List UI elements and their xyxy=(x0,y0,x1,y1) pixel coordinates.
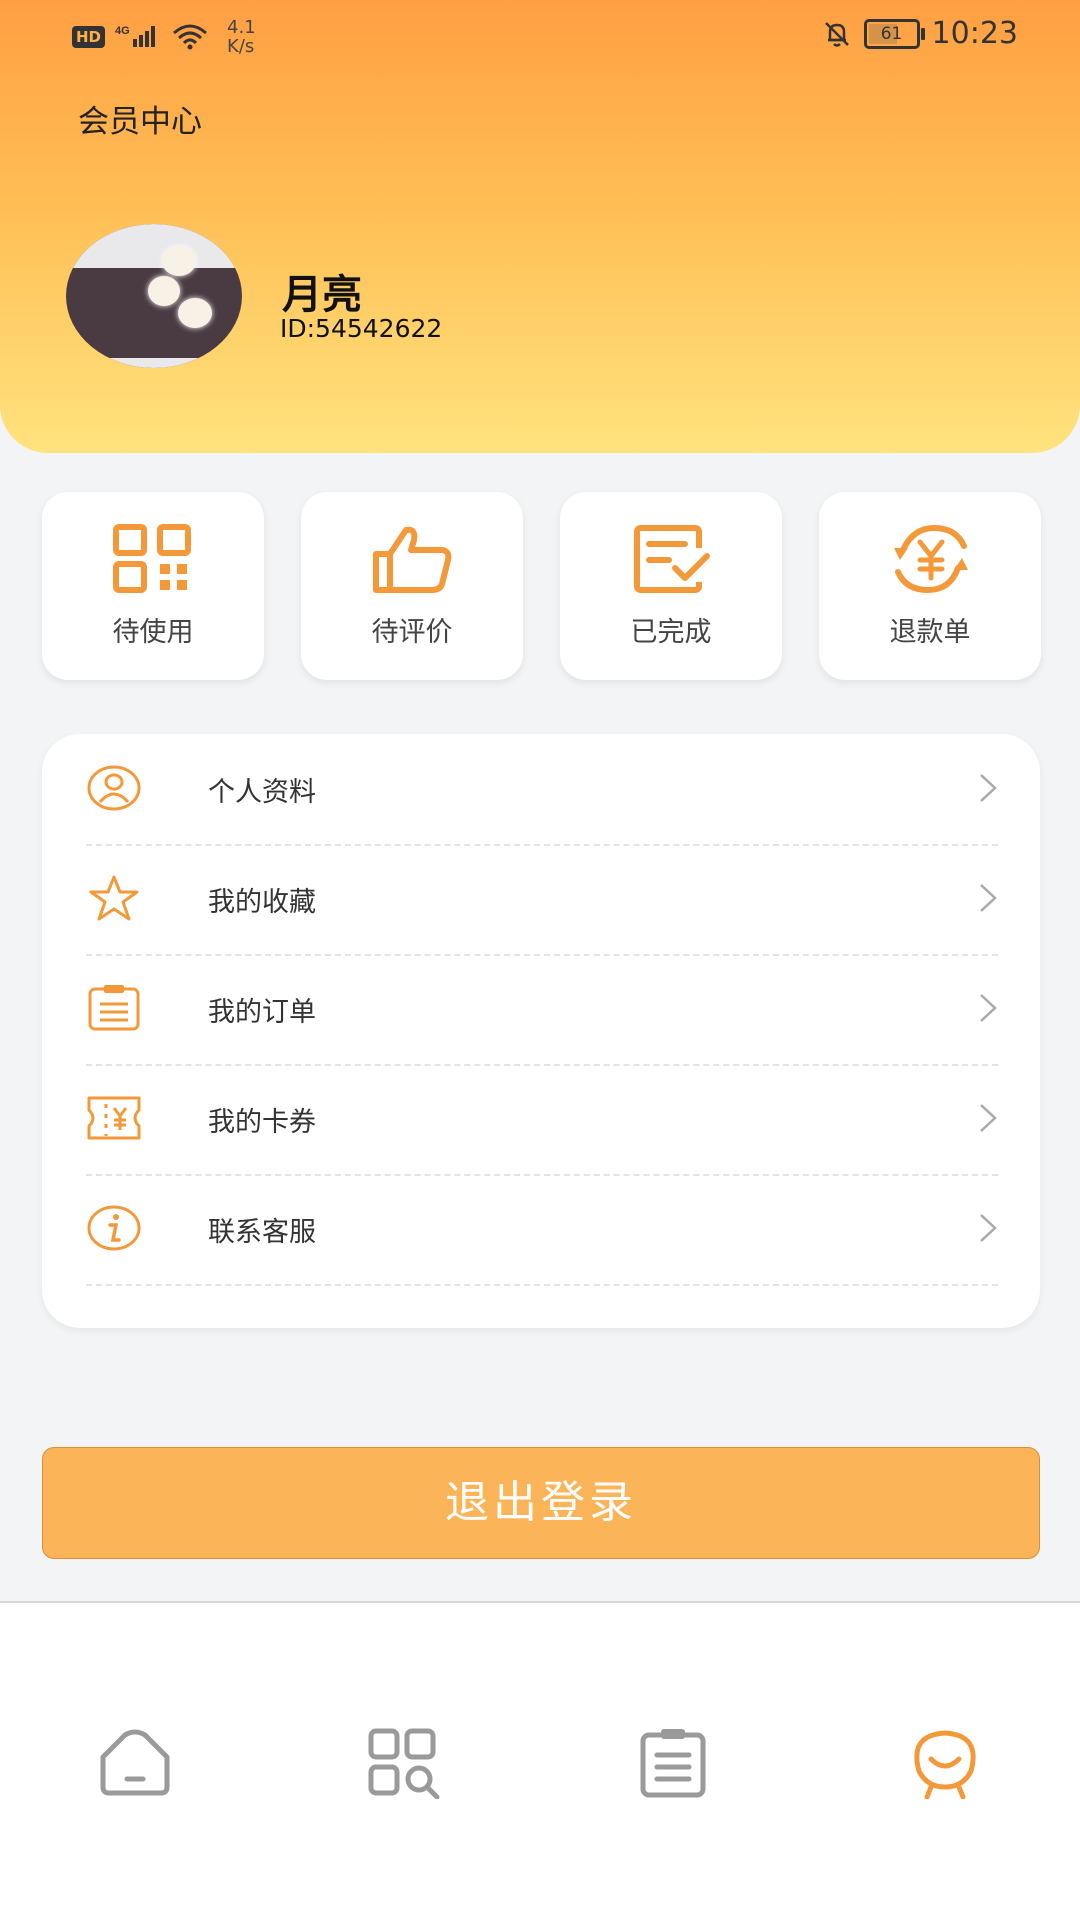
chevron-right-icon xyxy=(980,1104,997,1132)
user-circle-icon xyxy=(87,765,141,811)
chevron-right-icon xyxy=(980,994,997,1022)
quick-action-completed[interactable]: 已完成 xyxy=(560,492,782,680)
status-bar: HD 4G 4.1 K/s 61 10:23 xyxy=(0,0,1080,74)
category-search-icon xyxy=(368,1728,440,1800)
quick-action-label: 退款单 xyxy=(889,617,971,648)
quick-action-label: 待评价 xyxy=(371,617,453,648)
coupon-ticket-icon xyxy=(87,1096,141,1140)
quick-action-label: 已完成 xyxy=(630,617,712,648)
menu-item-coupons[interactable]: 我的卡券 xyxy=(86,1064,998,1176)
user-id: ID:54542622 xyxy=(280,314,443,343)
orders-icon xyxy=(640,1729,706,1798)
quick-action-label: 待使用 xyxy=(112,617,194,648)
home-icon xyxy=(100,1729,170,1796)
tab-home[interactable] xyxy=(95,1727,175,1799)
menu-item-label: 我的收藏 xyxy=(208,887,316,918)
chevron-right-icon xyxy=(980,1214,997,1242)
header-banner: HD 4G 4.1 K/s 61 10:23 会员中心 月亮 ID:545426… xyxy=(0,0,1080,453)
quick-action-pending-use[interactable]: 待使用 xyxy=(42,492,264,680)
quick-action-pending-review[interactable]: 待评价 xyxy=(301,492,523,680)
bottom-tab-bar xyxy=(0,1601,1080,1922)
quick-action-refunds[interactable]: 退款单 xyxy=(819,492,1041,680)
info-circle-icon xyxy=(87,1205,141,1251)
tab-profile[interactable] xyxy=(905,1727,985,1800)
chevron-right-icon xyxy=(980,884,997,912)
tab-orders[interactable] xyxy=(635,1727,715,1799)
status-time: 10:23 xyxy=(931,16,1018,51)
document-check-icon xyxy=(634,525,710,593)
avatar[interactable] xyxy=(66,224,242,368)
hd-badge: HD xyxy=(72,26,106,48)
user-name: 月亮 xyxy=(282,272,362,318)
net-speed: 4.1 K/s xyxy=(227,17,256,57)
qr-code-icon xyxy=(113,524,191,593)
menu-item-profile[interactable]: 个人资料 xyxy=(86,734,998,846)
menu-list: 个人资料 我的收藏 我的订单 我的卡券 联系客服 xyxy=(42,734,1040,1328)
menu-item-orders[interactable]: 我的订单 xyxy=(86,954,998,1066)
menu-item-label: 我的卡券 xyxy=(208,1107,316,1138)
cellular-signal-icon: 4G xyxy=(115,25,156,47)
svg-text:4G: 4G xyxy=(115,25,130,37)
chevron-right-icon xyxy=(980,774,997,802)
page-title: 会员中心 xyxy=(78,104,202,140)
menu-item-label: 个人资料 xyxy=(208,777,316,808)
order-clipboard-icon xyxy=(88,985,140,1031)
menu-item-customer-service[interactable]: 联系客服 xyxy=(86,1174,998,1286)
tab-category-search[interactable] xyxy=(365,1727,445,1800)
thumbs-up-icon xyxy=(373,526,452,593)
battery-indicator: 61 xyxy=(863,18,925,49)
menu-item-favorites[interactable]: 我的收藏 xyxy=(86,844,998,956)
menu-item-label: 联系客服 xyxy=(208,1217,316,1248)
logout-button[interactable]: 退出登录 xyxy=(42,1447,1040,1559)
profile-smile-icon xyxy=(914,1730,976,1800)
star-icon xyxy=(89,875,139,921)
menu-item-label: 我的订单 xyxy=(208,997,316,1028)
bell-muted-icon xyxy=(824,21,849,47)
wifi-icon xyxy=(173,24,208,50)
refund-yen-icon xyxy=(894,524,968,594)
